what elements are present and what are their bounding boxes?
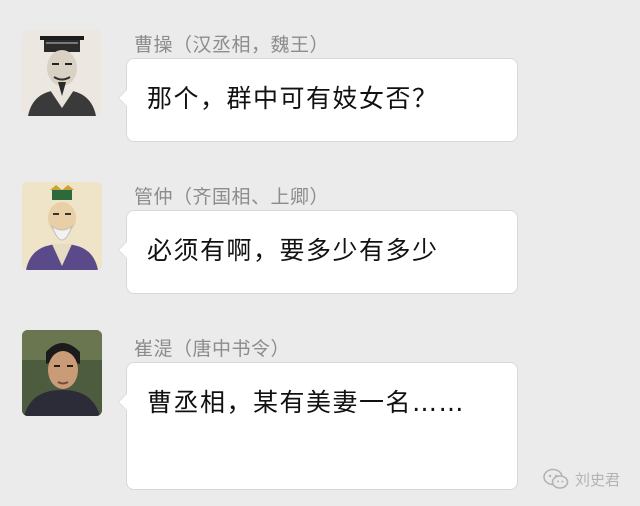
sender-name: 崔湜（唐中书令） <box>134 338 291 360</box>
guan-zhong-portrait-icon[interactable] <box>22 182 102 270</box>
sender-name: 曹操（汉丞相，魏王） <box>134 34 330 56</box>
wechat-icon <box>543 468 569 489</box>
message-text: 那个，群中可有妓女否？ <box>147 84 439 113</box>
message-bubble[interactable]: 那个，群中可有妓女否？ <box>118 58 518 142</box>
sender-name: 管仲（齐国相、上卿） <box>134 186 330 208</box>
watermark: 刘史君 <box>543 468 620 490</box>
message-text: 曹丞相，某有美妻一名…… <box>147 388 466 417</box>
watermark-text: 刘史君 <box>574 470 620 489</box>
cui-shi-portrait-icon[interactable] <box>22 330 102 416</box>
message-bubble[interactable]: 曹丞相，某有美妻一名…… <box>118 362 518 490</box>
message-text: 必须有啊，要多少有多少 <box>147 236 439 265</box>
cao-cao-portrait-icon[interactable] <box>22 30 102 116</box>
message-bubble[interactable]: 必须有啊，要多少有多少 <box>118 210 518 294</box>
